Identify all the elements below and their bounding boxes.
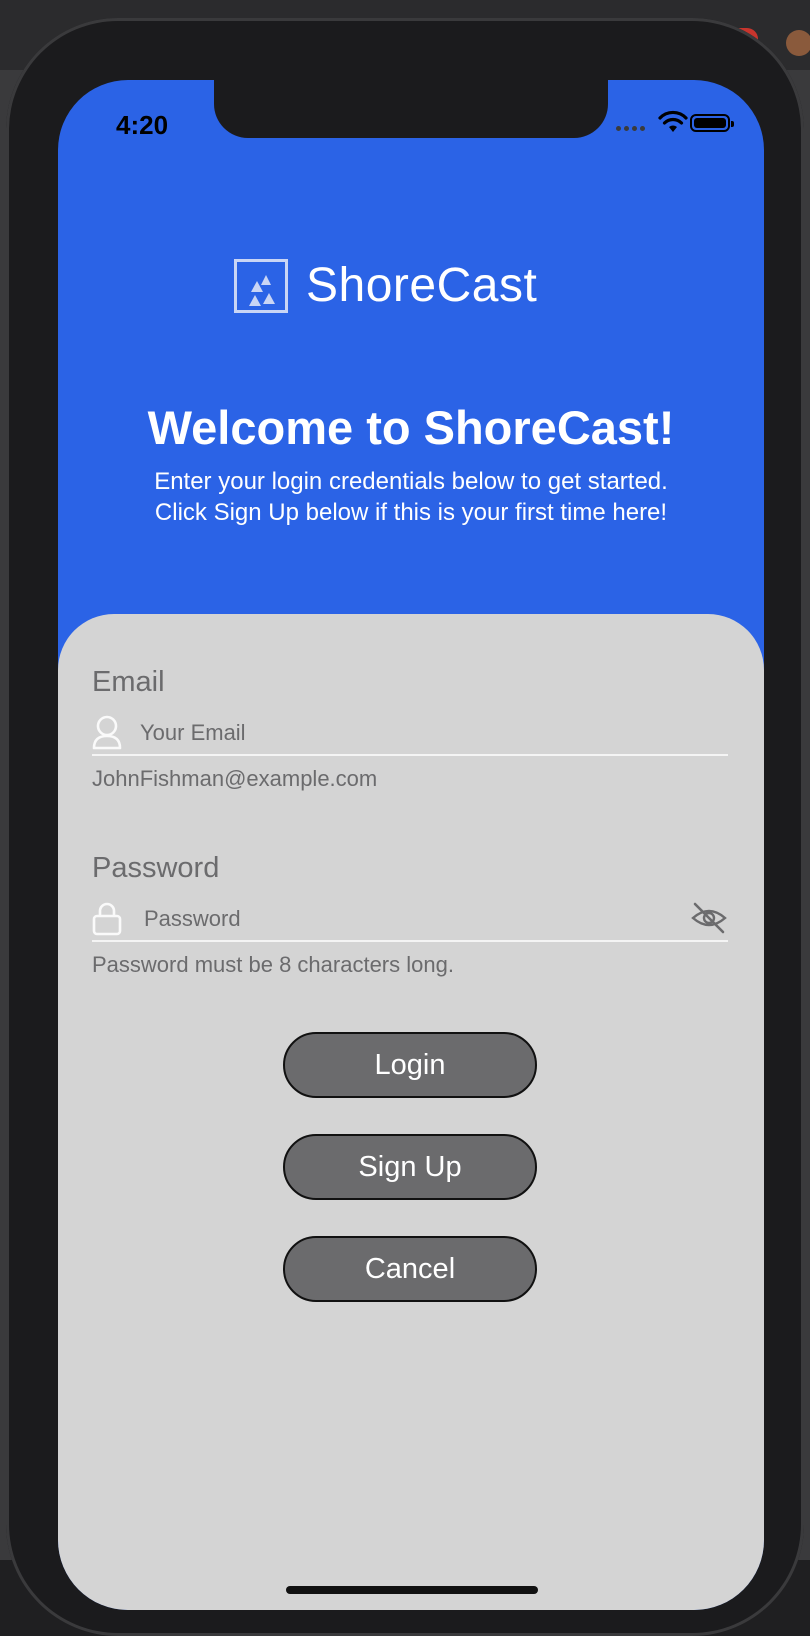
cellular-signal-icon — [616, 126, 645, 131]
email-field[interactable] — [138, 716, 662, 750]
home-indicator[interactable] — [286, 1586, 538, 1594]
password-helper-text: Password must be 8 characters long. — [92, 952, 454, 977]
logo-text: ShoreCast — [306, 259, 538, 312]
app-screen: 4:20 ShoreCast Welcome to ShoreCast! Ent… — [58, 80, 764, 1610]
brand-logo: ShoreCast — [234, 258, 537, 313]
password-label: Password — [92, 852, 220, 884]
password-field-row — [92, 898, 728, 942]
subtitle-line-1: Enter your login credentials below to ge… — [154, 468, 668, 495]
user-icon — [92, 715, 122, 750]
phone-frame: 4:20 ShoreCast Welcome to ShoreCast! Ent… — [6, 18, 804, 1636]
login-form-panel: Email JohnFishman@example.com Password — [58, 614, 764, 1610]
page-subtitle: Enter your login credentials below to ge… — [58, 466, 764, 528]
battery-icon — [690, 114, 734, 132]
signup-button[interactable]: Sign Up — [283, 1134, 537, 1200]
cancel-button[interactable]: Cancel — [283, 1236, 537, 1302]
subtitle-line-2: Click Sign Up below if this is your firs… — [154, 499, 668, 526]
phone-notch — [214, 80, 608, 138]
eye-off-icon[interactable] — [690, 900, 728, 936]
email-label: Email — [92, 666, 165, 698]
email-field-row — [92, 712, 728, 756]
page-title: Welcome to ShoreCast! — [147, 401, 675, 454]
logo-mark-icon — [234, 258, 288, 313]
desktop-avatar — [786, 30, 810, 56]
wifi-icon — [658, 110, 688, 132]
status-time: 4:20 — [116, 110, 169, 140]
password-field[interactable] — [142, 902, 666, 936]
email-helper-text: JohnFishman@example.com — [92, 766, 378, 791]
login-button[interactable]: Login — [283, 1032, 537, 1098]
lock-icon — [92, 902, 122, 936]
